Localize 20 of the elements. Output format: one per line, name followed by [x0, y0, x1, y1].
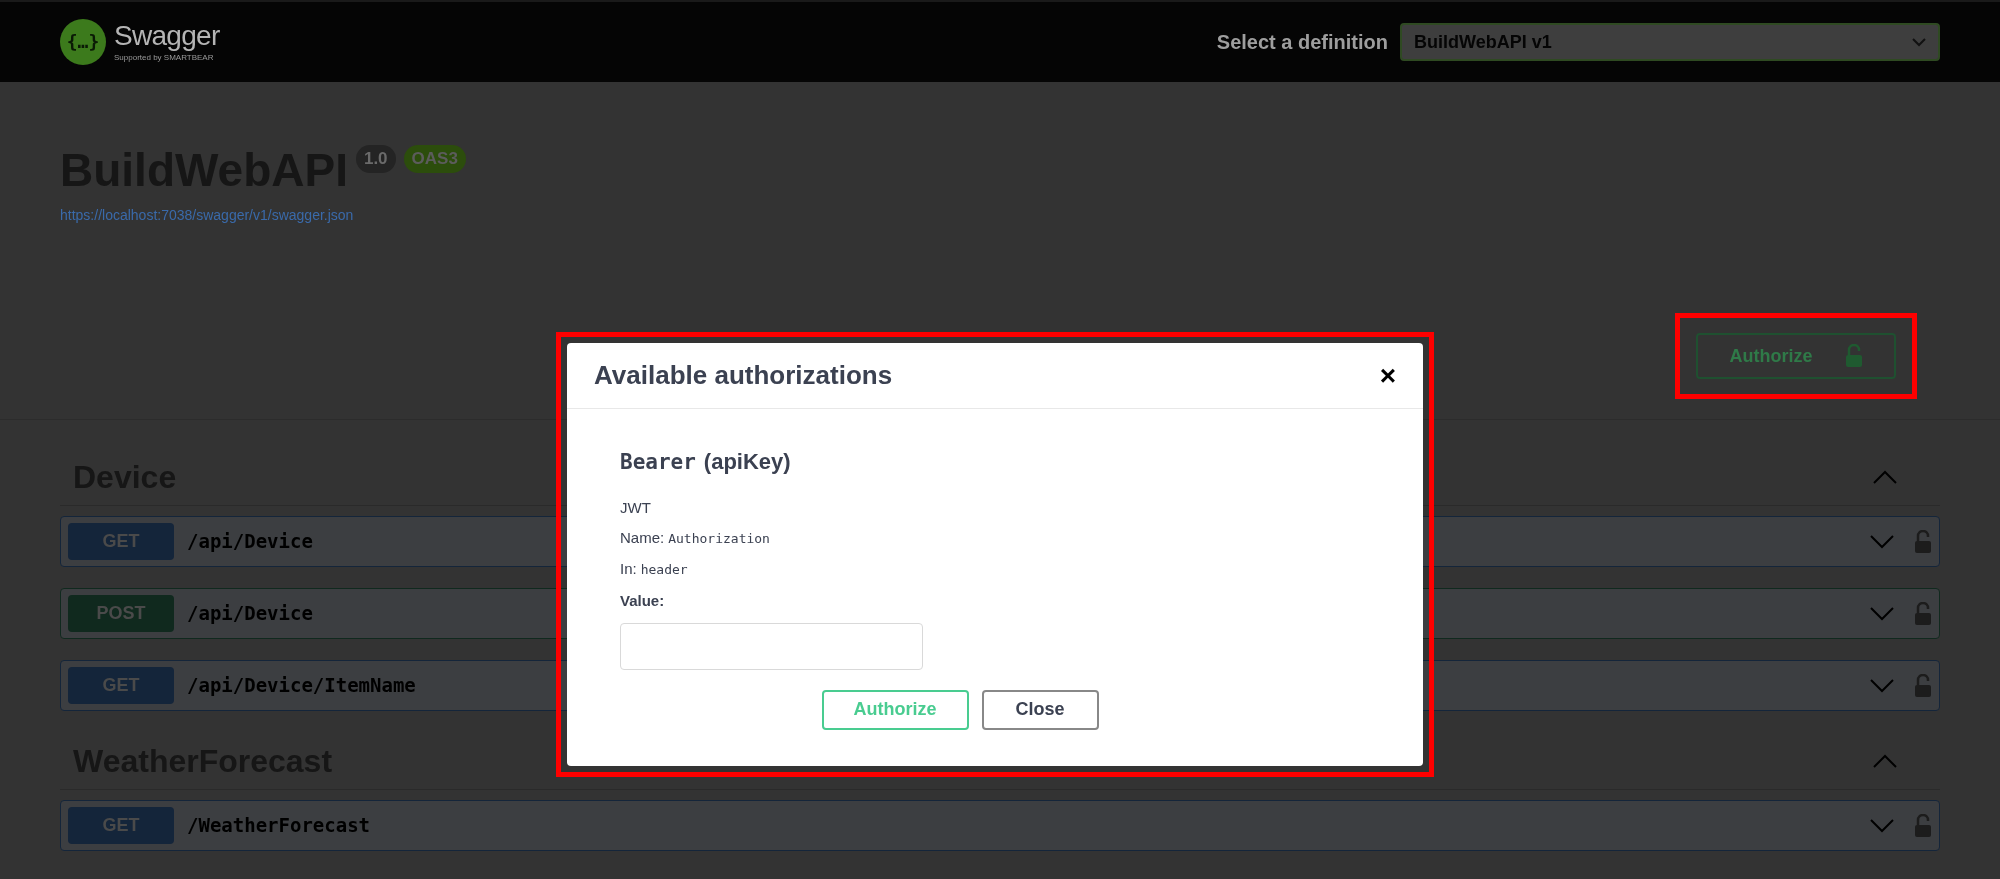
scheme-type: (apiKey): [703, 448, 791, 476]
in-label: In:: [620, 558, 637, 579]
scheme-description: JWT: [620, 497, 652, 518]
name-value: Authorization: [668, 530, 770, 548]
definition-label: Select a definition: [1216, 30, 1388, 55]
logo-text: Swagger: [114, 22, 220, 50]
operation-path: /WeatherForecast: [187, 813, 371, 839]
version-badge: 1.0: [355, 145, 396, 173]
method-badge: POST: [68, 595, 174, 632]
operation-path: /api/Device: [187, 529, 313, 555]
operation-path: /api/Device: [187, 601, 313, 627]
spec-badge: OAS3: [403, 145, 466, 173]
in-value: header: [640, 560, 688, 579]
logo-icon: {…}: [60, 19, 106, 65]
value-label: Value:: [620, 591, 666, 611]
logo-subtext: Supported by SMARTBEAR: [114, 54, 215, 62]
scheme-name: Bearer: [620, 449, 696, 476]
name-label: Name:: [620, 528, 665, 548]
operation-path: /api/Device/ItemName: [187, 673, 416, 699]
dialog-title: Available authorizations: [594, 359, 893, 392]
